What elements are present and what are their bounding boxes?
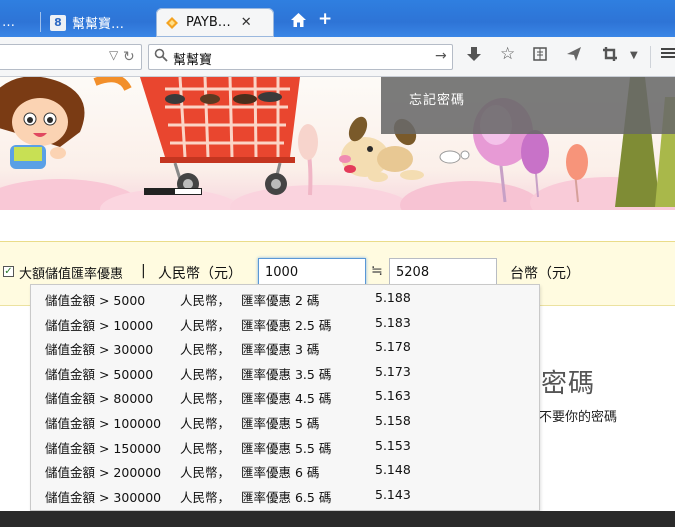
browser-tab-bar: … 8 幫幫寶… PAYB… ✕ + [0, 0, 675, 37]
rate-promo: 匯率優惠 5 碼 [241, 416, 320, 431]
forgot-password-link[interactable]: 忘記密碼 [409, 89, 465, 108]
rate-amount: 儲值金額 > 100000 [45, 416, 162, 431]
tab-title: PAYB… [186, 15, 231, 30]
rate-promo: 匯率優惠 3.5 碼 [241, 366, 332, 382]
browser-tab-active[interactable]: PAYB… ✕ [156, 8, 274, 37]
url-bar[interactable]: ▽ ↻ [0, 44, 142, 70]
rate-promo: 匯率優惠 2 碼 [241, 293, 320, 308]
rate-amount: 儲值金額 > 150000 [45, 440, 162, 456]
twd-label: 台幣（元） [510, 266, 580, 282]
rate-value: 5.148 [375, 462, 411, 478]
home-icon[interactable] [290, 12, 307, 32]
reading-list-icon[interactable] [532, 46, 548, 66]
label-separator: | [141, 263, 146, 279]
tab-title: … [2, 15, 15, 30]
rate-amount: 儲值金額 > 300000 [45, 489, 162, 505]
rate-tier-dropdown[interactable]: 儲值金額 > 5000 人民幣， 匯率優惠 2 碼 5.188 儲值金額 > 10000… [30, 284, 540, 511]
hero-banner: 忘記密碼 [0, 77, 675, 210]
chevron-down-icon[interactable]: ▼ [630, 51, 638, 61]
bookmark-star-icon[interactable]: ☆ [500, 46, 515, 63]
rate-value: 5.163 [375, 388, 411, 404]
tab-close-icon[interactable]: ✕ [241, 15, 252, 30]
rate-currency: 人民幣， [180, 391, 231, 407]
rate-amount: 儲值金額 > 50000 [45, 366, 154, 382]
rate-currency: 人民幣， [180, 489, 231, 505]
rate-option[interactable]: 儲值金額 > 200000 人民幣， 匯率優惠 6 碼 5.148 [31, 458, 539, 483]
rate-value: 5.173 [375, 363, 411, 379]
rate-currency: 人民幣， [180, 342, 231, 358]
cny-label: 人民幣（元） [158, 266, 242, 282]
rate-option[interactable]: 儲值金額 > 100000 人民幣， 匯率優惠 5 碼 5.158 [31, 409, 539, 434]
rate-value: 5.143 [375, 486, 411, 502]
rate-value: 5.153 [375, 437, 411, 453]
tab-title: 幫幫寶… [72, 17, 125, 32]
carousel-dot-active[interactable] [144, 188, 174, 195]
browser-tab-2[interactable]: 8 幫幫寶… [42, 8, 154, 37]
rate-value: 5.183 [375, 314, 411, 330]
login-subtitle: 不要你的密碼 [539, 410, 618, 425]
rate-promo: 匯率優惠 3 碼 [241, 342, 320, 358]
rate-currency: 人民幣， [180, 317, 231, 333]
rate-currency: 人民幣， [180, 465, 231, 481]
rate-amount: 儲值金額 > 10000 [45, 317, 154, 333]
taskbar [0, 511, 675, 527]
search-input[interactable]: 幫幫寶 [173, 49, 212, 68]
login-heading: 密碼 [541, 369, 596, 399]
rate-promo: 匯率優惠 5.5 碼 [241, 440, 332, 456]
rate-amount: 儲值金額 > 200000 [45, 465, 162, 481]
rate-option[interactable]: 儲值金額 > 300000 人民幣， 匯率優惠 6.5 碼 5.143 [31, 483, 539, 508]
rate-value: 5.158 [375, 413, 411, 428]
rate-option[interactable]: 儲值金額 > 30000 人民幣， 匯率優惠 3 碼 5.178 [31, 335, 539, 360]
rate-option[interactable]: 儲值金額 > 10000 人民幣， 匯率優惠 2.5 碼 5.183 [31, 311, 539, 336]
approx-equal-sign: ≒ [371, 263, 383, 279]
send-icon[interactable] [566, 46, 582, 66]
rate-currency: 人民幣， [180, 366, 231, 382]
rate-option[interactable]: 儲值金額 > 150000 人民幣， 匯率優惠 5.5 碼 5.153 [31, 434, 539, 459]
search-go-icon[interactable]: → [435, 48, 447, 64]
forgot-password-panel: 忘記密碼 [381, 77, 675, 134]
promo-label: 大額儲值匯率優惠 [19, 267, 124, 282]
page-spacer [0, 210, 675, 242]
rate-promo: 匯率優惠 6.5 碼 [241, 489, 332, 505]
rate-promo: 匯率優惠 6 碼 [241, 465, 320, 481]
rate-amount: 儲值金額 > 5000 [45, 293, 146, 308]
rate-currency: 人民幣， [180, 416, 231, 431]
rate-currency: 人民幣， [180, 293, 231, 308]
download-icon[interactable] [466, 46, 482, 66]
toolbar-divider [650, 46, 651, 68]
carousel-indicator[interactable] [144, 188, 202, 195]
crop-icon[interactable] [602, 46, 618, 66]
rate-amount: 儲值金額 > 80000 [45, 391, 154, 407]
rate-promo: 匯率優惠 2.5 碼 [241, 317, 332, 333]
cny-amount-input[interactable]: 1000 [258, 258, 366, 287]
browser-tab-1[interactable]: … [0, 8, 38, 37]
tab-divider [40, 12, 41, 32]
rate-amount: 儲值金額 > 30000 [45, 342, 154, 358]
twd-amount-field[interactable]: 5208 [389, 258, 497, 287]
rate-currency: 人民幣， [180, 440, 231, 456]
rate-value: 5.178 [375, 339, 411, 355]
reload-icon[interactable]: ↻ [123, 49, 135, 65]
search-icon [154, 48, 168, 66]
rate-value: 5.188 [375, 290, 411, 305]
new-tab-button[interactable]: + [318, 11, 332, 28]
rate-option[interactable]: 儲值金額 > 5000 人民幣， 匯率優惠 2 碼 5.188 [31, 286, 539, 311]
dropdown-arrow-icon[interactable]: ▽ [109, 48, 118, 62]
rate-promo: 匯率優惠 4.5 碼 [241, 391, 332, 407]
rate-option[interactable]: 儲值金額 > 50000 人民幣， 匯率優惠 3.5 碼 5.173 [31, 360, 539, 385]
browser-nav-bar: ▽ ↻ 幫幫寶 → ☆ ▼ [0, 37, 675, 77]
tab-favicon-icon: 8 [50, 14, 66, 31]
diamond-favicon-icon [164, 15, 180, 31]
hamburger-menu-icon[interactable] [661, 46, 675, 64]
rate-option[interactable]: 儲值金額 > 80000 人民幣， 匯率優惠 4.5 碼 5.163 [31, 384, 539, 409]
carousel-dot[interactable] [174, 188, 202, 195]
promo-checkbox[interactable]: ✓ [3, 266, 14, 277]
search-bar[interactable]: 幫幫寶 → [148, 44, 453, 70]
